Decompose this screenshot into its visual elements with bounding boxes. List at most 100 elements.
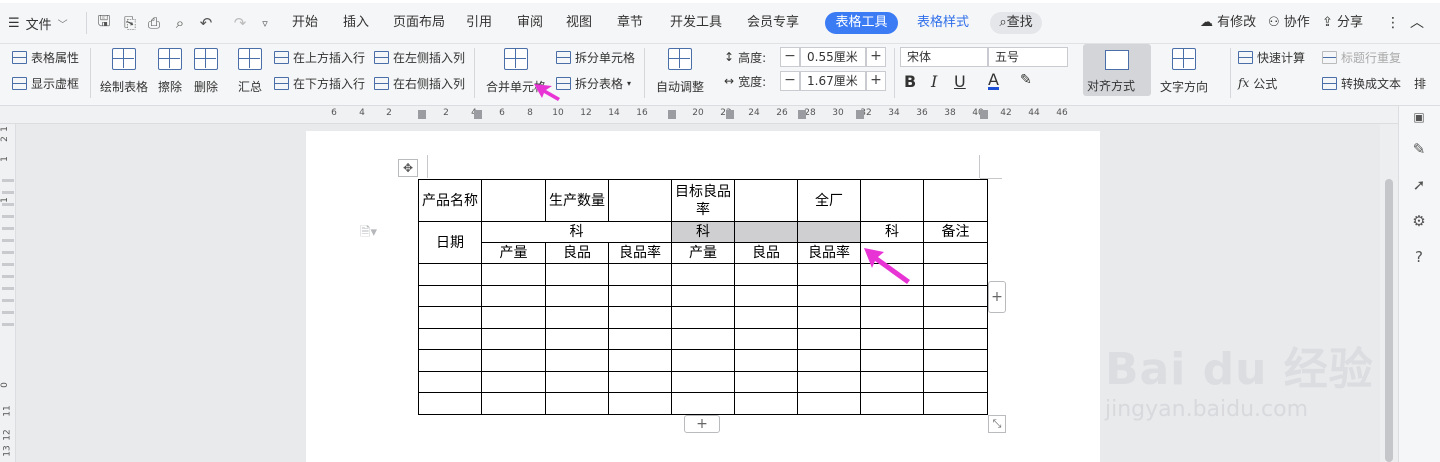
table-cell[interactable]: 生产数量 (545, 179, 609, 222)
search-button[interactable]: ⌕查找 (990, 12, 1042, 34)
table-cell[interactable] (923, 370, 988, 393)
table-cell[interactable] (734, 327, 798, 350)
undo-icon[interactable]: ↶ (196, 13, 216, 33)
show-gridlines-button[interactable]: 显示虚框 (12, 74, 79, 92)
highlight-icon[interactable]: ✎ (1020, 72, 1032, 88)
table-cell[interactable] (671, 392, 735, 415)
panel-toggle-icon[interactable]: ▣ (1409, 110, 1429, 130)
table-cell[interactable] (481, 263, 546, 286)
table-cell[interactable] (734, 263, 798, 286)
paragraph-mark-icon[interactable]: 🗎▾ (360, 223, 377, 245)
tab-references[interactable]: 引用 (466, 13, 492, 33)
collaborate-button[interactable]: ⚇ 协作 (1268, 13, 1310, 33)
table-cell[interactable] (671, 263, 735, 286)
table-cell[interactable] (608, 349, 672, 372)
table-cell-selected[interactable] (734, 221, 798, 243)
table-cell[interactable]: 良品率 (608, 242, 672, 264)
table-cell[interactable]: 产品名称 (418, 179, 482, 222)
ruler-column-marker[interactable] (668, 110, 676, 119)
document-table[interactable]: 产品名称 生产数量 目标良品率 全厂 日期 科 科 科 备注 产量 良品 良品率… (418, 179, 988, 415)
table-cell[interactable] (545, 263, 609, 286)
modified-status[interactable]: ☁ 有修改 (1200, 13, 1256, 33)
alignment-button[interactable]: 对齐方式 (1083, 44, 1151, 96)
table-cell[interactable] (797, 327, 861, 350)
table-cell[interactable] (671, 306, 735, 329)
customize-toolbar-icon[interactable]: ▿ (255, 13, 275, 33)
split-table-button[interactable]: 拆分表格 ▾ (556, 74, 631, 92)
add-column-button[interactable]: + (988, 281, 1006, 313)
table-cell[interactable] (671, 370, 735, 393)
width-increment-button[interactable]: + (866, 71, 886, 91)
formula-button[interactable]: fx 公式 (1238, 74, 1277, 92)
table-cell[interactable]: 目标良品率 (671, 179, 735, 222)
italic-button[interactable]: I (931, 72, 937, 91)
table-cell[interactable]: 产量 (481, 242, 546, 264)
table-cell[interactable] (418, 392, 482, 415)
font-color-button[interactable]: A (988, 72, 999, 90)
repeat-header-button[interactable]: 标题行重复 (1322, 48, 1401, 66)
table-cell[interactable] (923, 306, 988, 329)
table-cell[interactable] (545, 306, 609, 329)
table-cell[interactable] (923, 349, 988, 372)
table-cell[interactable] (860, 349, 924, 372)
table-cell[interactable] (608, 306, 672, 329)
split-cells-button[interactable]: 拆分单元格 (556, 48, 635, 66)
table-cell[interactable] (671, 349, 735, 372)
ruler-column-marker[interactable] (418, 110, 426, 119)
table-cell[interactable]: 良品 (734, 242, 798, 264)
table-cell[interactable] (608, 392, 672, 415)
insert-col-right-button[interactable]: 在右侧插入列 (374, 74, 465, 92)
ruler-column-marker[interactable] (474, 110, 482, 119)
table-cell[interactable] (797, 370, 861, 393)
table-cell[interactable] (923, 327, 988, 350)
bold-button[interactable]: B (904, 72, 916, 91)
table-cell[interactable] (418, 263, 482, 286)
table-cell[interactable] (860, 179, 924, 222)
table-cell[interactable] (418, 327, 482, 350)
table-properties-button[interactable]: 表格属性 (12, 48, 79, 66)
table-cell[interactable] (860, 284, 924, 307)
horizontal-ruler[interactable]: 6422468101214162022242628303234363840424… (0, 106, 1440, 124)
font-size-select[interactable]: 五号 (988, 47, 1068, 67)
resize-table-icon[interactable]: ⤡ (988, 415, 1006, 433)
table-cell[interactable] (671, 327, 735, 350)
table-cell[interactable] (418, 370, 482, 393)
print-preview-icon[interactable]: ⌕ (170, 13, 190, 33)
table-cell[interactable] (734, 349, 798, 372)
add-row-button[interactable]: + (684, 415, 720, 433)
table-cell[interactable] (860, 392, 924, 415)
table-cell[interactable] (923, 179, 988, 222)
table-cell[interactable] (545, 327, 609, 350)
table-cell[interactable]: 良品 (545, 242, 609, 264)
tab-developer[interactable]: 开发工具 (670, 13, 722, 33)
scrollbar-thumb[interactable] (1385, 179, 1393, 462)
help-icon[interactable]: ? (1409, 248, 1429, 268)
underline-button[interactable]: U (954, 72, 966, 91)
table-cell[interactable] (734, 284, 798, 307)
table-cell[interactable] (481, 327, 546, 350)
tab-home[interactable]: 开始 (292, 13, 318, 33)
table-cell[interactable] (923, 242, 988, 264)
ruler-column-marker[interactable] (980, 110, 988, 119)
table-cell[interactable]: 日期 (418, 221, 482, 264)
table-cell[interactable]: 备注 (923, 221, 988, 243)
table-cell[interactable] (860, 327, 924, 350)
table-cell[interactable] (608, 327, 672, 350)
text-direction-button[interactable]: 文字方向 (1160, 48, 1208, 95)
table-cell[interactable] (545, 392, 609, 415)
table-cell[interactable] (797, 263, 861, 286)
table-cell[interactable] (481, 392, 546, 415)
table-cell[interactable] (608, 284, 672, 307)
sort-button[interactable]: 排 (1414, 74, 1426, 92)
table-cell[interactable] (797, 392, 861, 415)
settings-sliders-icon[interactable]: ⚙ (1409, 212, 1429, 232)
table-cell[interactable]: 产量 (671, 242, 735, 264)
format-painter-icon[interactable]: ⎘ (120, 13, 140, 33)
file-menu-button[interactable]: ☰ 文件 ﹀ (8, 11, 68, 35)
table-cell[interactable] (797, 349, 861, 372)
table-cell[interactable] (545, 370, 609, 393)
table-cell[interactable]: 全厂 (797, 179, 861, 222)
summary-button[interactable]: 汇总 (238, 48, 262, 95)
table-cell[interactable] (481, 370, 546, 393)
tab-view[interactable]: 视图 (566, 13, 592, 33)
